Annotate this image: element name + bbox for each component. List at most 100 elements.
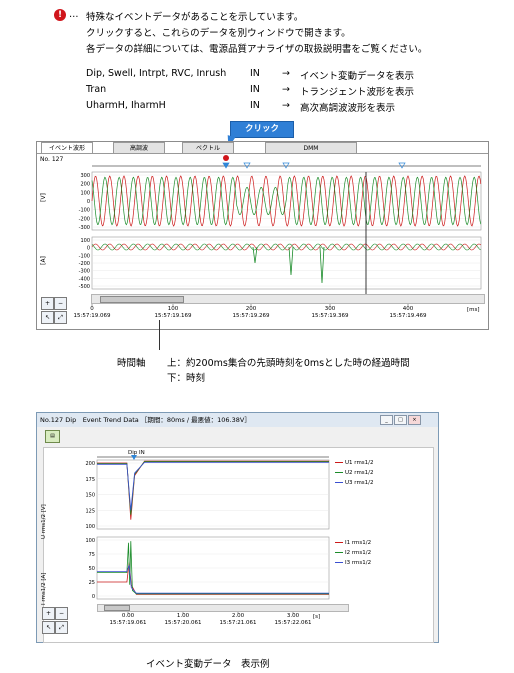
- x-time-label: 15:57:19.069: [73, 313, 111, 319]
- event-flag-icon: [223, 155, 229, 161]
- legend-swatch: [335, 462, 343, 463]
- legend-swatch: [335, 472, 343, 473]
- x-tick-label: 300: [324, 306, 336, 312]
- voltage-tick-label: 200: [80, 182, 90, 188]
- current-tick-label: -100: [79, 253, 90, 259]
- mapping-desc-1: トランジェント波形を表示: [300, 87, 415, 98]
- event-marker-icon: [243, 162, 251, 169]
- legend-swatch: [335, 552, 343, 553]
- voltage-tick-label: 0: [87, 199, 90, 205]
- trend-x-unit-label: [s]: [313, 614, 321, 620]
- horizontal-scrollbar[interactable]: [91, 294, 485, 304]
- i-tick-label: 25: [89, 580, 95, 586]
- intro-line-2: クリックすると、これらのデータを別ウィンドウで開きます。: [86, 28, 351, 39]
- current-tick-label: 0: [87, 246, 90, 252]
- current-tick-label: 100: [80, 238, 90, 244]
- x-tick-label: 200: [245, 306, 257, 312]
- intro-line-3: 各データの詳細については、電源品質アナライザの取扱説明書をご覧ください。: [86, 44, 428, 55]
- trend-cursor-button[interactable]: ↖: [42, 621, 55, 634]
- intro-line-1: 特殊なイベントデータがあることを示しています。: [86, 12, 304, 23]
- time-axis-upper-note: 上：約200ms集合の先頭時刻を0msとした時の経過時間: [167, 358, 410, 369]
- i-tick-label: 75: [89, 552, 95, 558]
- voltage-tick-label: 100: [80, 190, 90, 196]
- trend-x-tick-label: 2.00: [231, 613, 245, 619]
- time-axis-pointer-line: [159, 320, 160, 350]
- u-tick-label: 175: [85, 477, 95, 483]
- x-unit-label: [ms]: [467, 307, 480, 313]
- trend-x-tick-label: 3.00: [286, 613, 300, 619]
- time-axis-lower-note: 下：時刻: [167, 373, 206, 384]
- mapping-desc-0: イベント変動データを表示: [300, 71, 415, 82]
- trend-x-time-label: 15:57:22.061: [274, 620, 312, 626]
- trend-zoom-in-button[interactable]: +: [42, 607, 55, 620]
- legend-label: U2 rms1/2: [345, 470, 374, 476]
- current-tick-label: -300: [79, 269, 90, 275]
- legend-label: U3 rms1/2: [345, 480, 374, 486]
- trend-x-time-label: 15:57:19.061: [109, 620, 147, 626]
- trend-scrollbar[interactable]: [97, 604, 349, 612]
- mapping-in-2: IN: [250, 100, 260, 111]
- scrollbar-thumb[interactable]: [100, 296, 184, 303]
- current-tick-label: -500: [79, 284, 90, 290]
- voltage-tick-label: -300: [79, 225, 90, 231]
- mapping-in-0: IN: [250, 68, 260, 79]
- trend-zoom-out-button[interactable]: −: [55, 607, 68, 620]
- trend-x-time-label: 15:57:21.061: [219, 620, 257, 626]
- u-tick-label: 125: [85, 508, 95, 514]
- current-tick-label: -400: [79, 276, 90, 282]
- mapping-arrow-2: →: [282, 100, 290, 111]
- ellipsis-text: …: [69, 9, 79, 20]
- x-tick-label: 400: [402, 306, 414, 312]
- voltage-tick-label: 300: [80, 173, 90, 179]
- legend-swatch: [335, 562, 343, 563]
- cursor-tool-button[interactable]: ↖: [41, 311, 54, 324]
- trend-x-time-label: 15:57:20.061: [164, 620, 202, 626]
- time-axis-label: 時間軸: [117, 358, 146, 369]
- u-tick-label: 200: [85, 461, 95, 467]
- legend-label: I1 rms1/2: [345, 540, 372, 546]
- zoom-in-button[interactable]: +: [41, 297, 54, 310]
- voltage-tick-label: -200: [79, 216, 90, 222]
- i-tick-label: 50: [89, 566, 95, 572]
- u-tick-label: 150: [85, 493, 95, 499]
- mapping-desc-2: 高次高調波波形を表示: [300, 103, 396, 114]
- i-legend-item: I1 rms1/2: [335, 540, 371, 546]
- mapping-arrow-0: →: [282, 68, 290, 79]
- trend-x-tick-label: 1.00: [176, 613, 190, 619]
- mapping-data-0: Dip, Swell, Intrpt, RVC, Inrush: [86, 68, 227, 79]
- legend-label: U1 rms1/2: [345, 460, 374, 466]
- i-tick-label: 0: [92, 594, 95, 600]
- trend-measure-button[interactable]: ⤢: [55, 621, 68, 634]
- legend-label: I3 rms1/2: [345, 560, 372, 566]
- i-legend-item: I3 rms1/2: [335, 560, 371, 566]
- x-time-label: 15:57:19.469: [389, 313, 427, 319]
- event-waveform-panel: イベント波形 高調波 ベクトル DMM No. 127 [V] [A] 300 2…: [36, 141, 489, 330]
- measure-tool-button[interactable]: ⤢: [54, 311, 67, 324]
- x-time-label: 15:57:19.269: [232, 313, 270, 319]
- trend-x-tick-label: 0.00: [121, 613, 135, 619]
- event-marker-icon: [398, 162, 406, 169]
- event-marker-icon: [222, 162, 230, 169]
- u-legend-item: U2 rms1/2: [335, 470, 374, 476]
- warning-icon: !: [54, 9, 66, 21]
- x-tick-label: 100: [167, 306, 179, 312]
- mapping-in-1: IN: [250, 84, 260, 95]
- legend-label: I2 rms1/2: [345, 550, 372, 556]
- trend-scrollbar-thumb[interactable]: [104, 605, 130, 611]
- mapping-data-1: Tran: [86, 84, 107, 95]
- click-callout: クリック: [230, 121, 294, 138]
- i-tick-label: 100: [85, 538, 95, 544]
- u-tick-label: 100: [85, 524, 95, 530]
- voltage-tick-label: -100: [79, 208, 90, 214]
- zoom-out-button[interactable]: −: [54, 297, 67, 310]
- event-marker-icon: [282, 162, 290, 169]
- x-time-label: 15:57:19.169: [154, 313, 192, 319]
- legend-swatch: [335, 542, 343, 543]
- current-tick-label: -200: [79, 261, 90, 267]
- x-tick-label: 0: [90, 306, 94, 312]
- mapping-data-2: UharmH, IharmH: [86, 100, 166, 111]
- dip-in-marker-icon: [131, 455, 137, 460]
- mapping-arrow-1: →: [282, 84, 290, 95]
- trend-window: No.127 Dip Event Trend Data ［期間：80ms / 最…: [36, 412, 439, 643]
- u-legend-item: U3 rms1/2: [335, 480, 374, 486]
